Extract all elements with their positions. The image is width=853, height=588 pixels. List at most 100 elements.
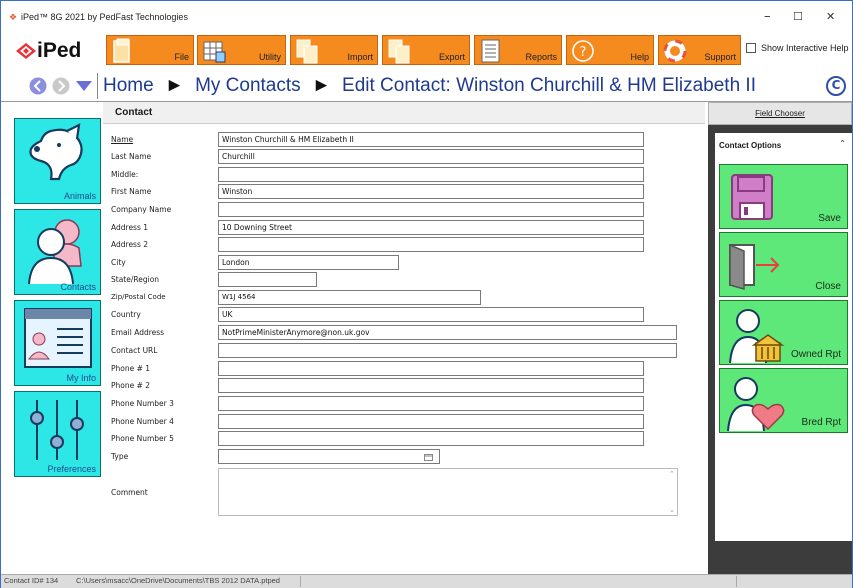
sidebar-item-contacts[interactable]: Contacts xyxy=(14,209,101,295)
export-icon xyxy=(388,39,410,64)
name-field[interactable]: Winston Churchill & HM Elizabeth II xyxy=(218,132,644,147)
id-card-icon xyxy=(24,308,92,368)
show-help-checkbox[interactable] xyxy=(746,43,756,53)
floppy-disk-icon xyxy=(731,174,773,220)
sidebar-item-label: My Info xyxy=(66,373,96,383)
status-separator xyxy=(300,576,301,587)
phone-number-5-field[interactable] xyxy=(218,431,644,446)
form-row-email: Email Address NotPrimeMinisterAnymore@no… xyxy=(103,325,705,341)
scroll-down-icon[interactable]: ⌄ xyxy=(669,506,675,514)
form-row-company: Company Name xyxy=(103,202,705,218)
save-button[interactable]: Save xyxy=(719,164,848,229)
nav-separator xyxy=(97,73,98,99)
phone-number-4-field[interactable] xyxy=(218,414,644,429)
contact-options-title: Contact Options xyxy=(719,141,782,150)
contact-id-status: Contact ID# 134 xyxy=(4,576,59,585)
first-name-field[interactable]: Winston xyxy=(218,184,644,199)
zip-postal-code-field[interactable]: W1J 4564 xyxy=(218,290,481,305)
field-label: Address 1 xyxy=(111,223,149,232)
show-interactive-help-toggle[interactable]: Show Interactive Help xyxy=(746,43,849,53)
form-row-address-1: Address 1 10 Downing Street xyxy=(103,220,705,236)
phone-number-3-field[interactable] xyxy=(218,396,644,411)
status-bar: Contact ID# 134 C:\Users\msacc\OneDrive\… xyxy=(1,574,852,588)
utility-button[interactable]: Utility xyxy=(197,35,286,65)
sidebar-item-label: Contacts xyxy=(60,282,96,292)
address-1-field[interactable]: 10 Downing Street xyxy=(218,220,644,235)
form-row-first-name: First Name Winston xyxy=(103,184,705,200)
owned-report-button[interactable]: Owned Rpt xyxy=(719,300,848,365)
comment-textarea[interactable]: ⌃ ⌄ xyxy=(218,468,678,516)
form-row-phone-1: Phone # 1 xyxy=(103,361,705,377)
form-row-phone-5: Phone Number 5 xyxy=(103,431,705,447)
field-label: Phone # 2 xyxy=(111,381,151,390)
field-label: Contact URL xyxy=(111,346,158,355)
brand-logo: iPed xyxy=(15,37,81,65)
history-dropdown-icon[interactable] xyxy=(75,80,93,92)
field-label: Phone Number 5 xyxy=(111,434,174,443)
field-chooser-button[interactable]: Field Chooser xyxy=(708,102,852,125)
collapse-icon[interactable]: ⌃ xyxy=(839,139,846,148)
form-row-phone-3: Phone Number 3 xyxy=(103,396,705,412)
comment-scrollbar[interactable]: ⌃ ⌄ xyxy=(667,469,677,515)
maximize-button[interactable]: ☐ xyxy=(793,10,803,23)
company-name-field[interactable] xyxy=(218,202,644,217)
middle-name-field[interactable] xyxy=(218,167,644,182)
field-chooser-label: Field Chooser xyxy=(755,109,805,118)
utility-label: Utility xyxy=(259,52,281,62)
field-label: Phone Number 4 xyxy=(111,417,174,426)
breadcrumb-edit-contact: Edit Contact: Winston Churchill & HM Eli… xyxy=(342,75,756,96)
form-row-phone-4: Phone Number 4 xyxy=(103,414,705,430)
sidebar-item-animals[interactable]: Animals xyxy=(14,118,101,204)
email-address-field[interactable]: NotPrimeMinisterAnymore@non.uk.gov xyxy=(218,325,677,340)
app-window: ❖ iPed™ 8G 2021 by PedFast Technologies … xyxy=(0,0,853,588)
show-help-label: Show Interactive Help xyxy=(761,43,849,53)
navigation-row: Home ► My Contacts ► Edit Contact: Winst… xyxy=(1,69,852,103)
export-button[interactable]: Export xyxy=(382,35,470,65)
sidebar-item-preferences[interactable]: Preferences xyxy=(14,391,101,477)
file-label: File xyxy=(174,52,189,62)
close-window-button[interactable]: ✕ xyxy=(826,10,835,23)
breeder-report-icon xyxy=(727,377,785,432)
field-label: City xyxy=(111,258,126,267)
state-region-field[interactable] xyxy=(218,272,317,287)
bred-report-button[interactable]: Bred Rpt xyxy=(719,368,848,433)
support-button[interactable]: Support xyxy=(658,35,741,65)
scroll-up-icon[interactable]: ⌃ xyxy=(669,470,675,478)
breadcrumb: Home ► My Contacts ► Edit Contact: Winst… xyxy=(103,75,756,97)
city-field[interactable]: London xyxy=(218,255,399,270)
sliders-icon xyxy=(30,400,84,460)
back-button[interactable] xyxy=(29,77,47,95)
reports-button[interactable]: Reports xyxy=(474,35,562,65)
last-name-field[interactable]: Churchill xyxy=(218,149,644,164)
minimize-button[interactable]: – xyxy=(764,9,771,24)
sidebar: Animals Contacts My Info Preferences xyxy=(1,102,103,574)
phone-1-field[interactable] xyxy=(218,361,644,376)
forward-button[interactable] xyxy=(52,77,70,95)
save-label: Save xyxy=(818,213,841,224)
help-icon: ? xyxy=(572,40,594,62)
owned-report-label: Owned Rpt xyxy=(790,349,841,360)
help-button[interactable]: ? Help xyxy=(566,35,654,65)
field-label: Middle: xyxy=(111,170,139,179)
form-row-url: Contact URL xyxy=(103,343,705,359)
breadcrumb-home[interactable]: Home xyxy=(103,75,154,96)
refresh-button[interactable]: C xyxy=(826,76,846,96)
contact-form: Name Winston Churchill & HM Elizabeth II… xyxy=(103,125,705,574)
owner-report-icon xyxy=(729,309,785,364)
breadcrumb-my-contacts[interactable]: My Contacts xyxy=(195,75,301,96)
sidebar-item-my-info[interactable]: My Info xyxy=(14,300,101,386)
field-label: Phone # 1 xyxy=(111,364,151,373)
form-row-country: Country UK xyxy=(103,307,705,323)
file-button[interactable]: File xyxy=(106,35,194,65)
field-label: Name xyxy=(111,135,134,144)
import-button[interactable]: Import xyxy=(290,35,378,65)
type-select[interactable] xyxy=(218,449,440,464)
close-button[interactable]: Close xyxy=(719,232,848,297)
contact-url-field[interactable] xyxy=(218,343,677,358)
address-2-field[interactable] xyxy=(218,237,644,252)
field-label: Phone Number 3 xyxy=(111,399,174,408)
support-icon xyxy=(663,39,687,63)
phone-2-field[interactable] xyxy=(218,378,644,393)
country-field[interactable]: UK xyxy=(218,307,644,322)
form-header: Contact xyxy=(103,102,705,124)
